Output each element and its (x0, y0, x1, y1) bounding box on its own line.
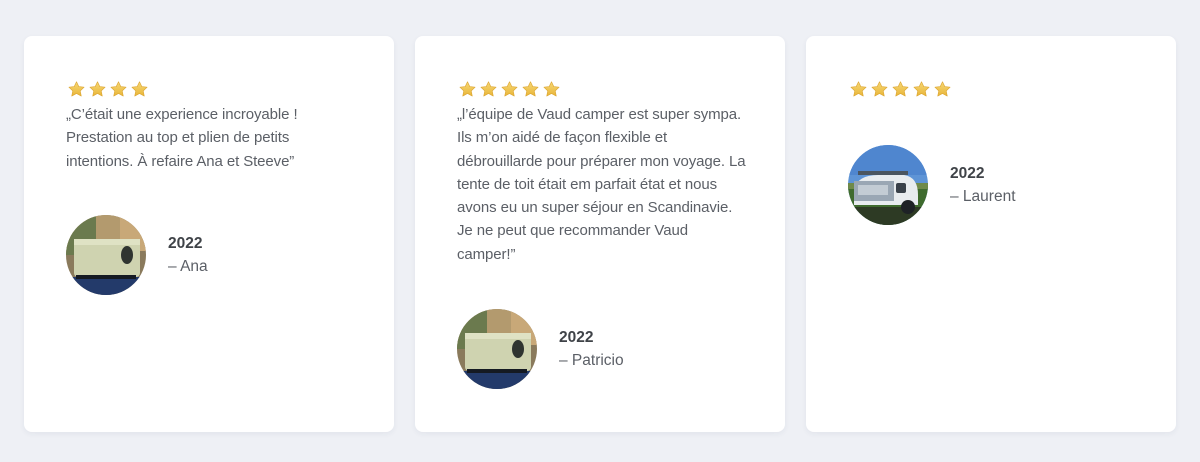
star-icon (67, 80, 86, 99)
testimonial-card: „l’équipe de Vaud camper est super sympa… (415, 36, 785, 432)
testimonial-author: 2022 – Ana (66, 215, 208, 295)
star-icon (479, 80, 498, 99)
testimonial-year: 2022 (559, 329, 594, 346)
star-icon (109, 80, 128, 99)
star-rating (849, 80, 952, 99)
avatar (66, 215, 146, 295)
testimonial-author-name: – Laurent (950, 188, 1016, 205)
testimonial-year: 2022 (168, 235, 203, 252)
testimonial-quote: „C’était une experience incroyable ! Pre… (66, 106, 298, 170)
star-icon (130, 80, 149, 99)
star-icon (521, 80, 540, 99)
testimonial-author: 2022 – Laurent (848, 145, 1016, 225)
star-rating (458, 80, 561, 99)
star-icon (870, 80, 889, 99)
star-icon (542, 80, 561, 99)
testimonial-quote: „l’équipe de Vaud camper est super sympa… (457, 106, 746, 263)
star-icon (912, 80, 931, 99)
star-icon (849, 80, 868, 99)
testimonial-card: „C’était une experience incroyable ! Pre… (24, 36, 394, 432)
avatar (848, 145, 928, 225)
testimonial-card: 2022 – Laurent (806, 36, 1176, 432)
star-icon (891, 80, 910, 99)
testimonial-author: 2022 – Patricio (457, 309, 624, 389)
testimonial-author-name: – Patricio (559, 352, 624, 369)
star-rating (67, 80, 149, 99)
star-icon (88, 80, 107, 99)
testimonial-year: 2022 (950, 165, 985, 182)
testimonial-author-name: – Ana (168, 258, 208, 275)
avatar (457, 309, 537, 389)
star-icon (458, 80, 477, 99)
star-icon (500, 80, 519, 99)
star-icon (933, 80, 952, 99)
